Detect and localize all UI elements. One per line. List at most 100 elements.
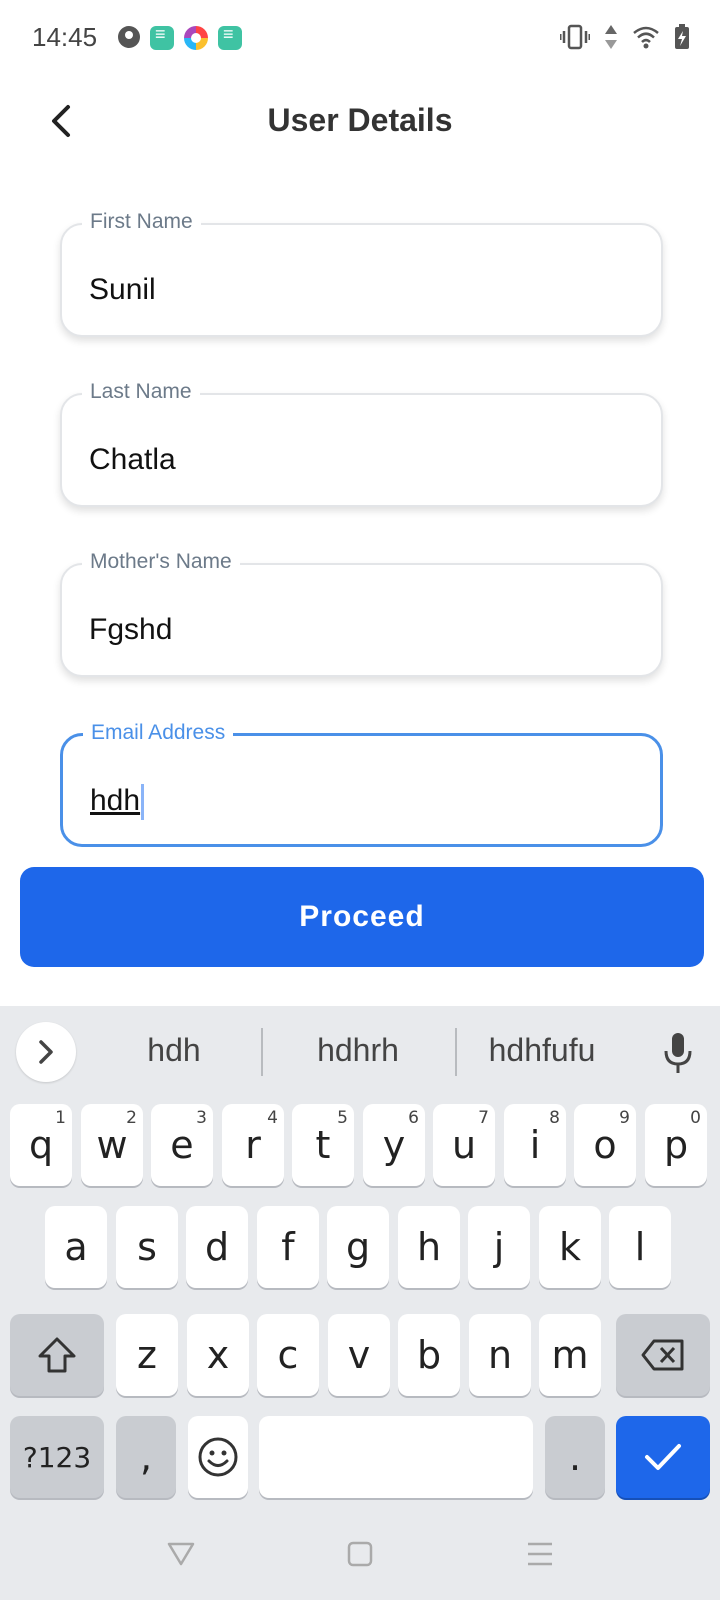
status-time: 14:45 bbox=[32, 22, 98, 52]
key-label: m bbox=[551, 1333, 589, 1377]
system-status-icons bbox=[560, 24, 690, 50]
square-home-icon bbox=[347, 1541, 373, 1567]
battery-charging-icon bbox=[674, 24, 690, 50]
email-address-field[interactable]: Email Address hdh bbox=[60, 721, 663, 847]
key-a[interactable]: a bbox=[45, 1206, 107, 1288]
menu-lines-icon bbox=[528, 1542, 552, 1566]
key-x[interactable]: x bbox=[187, 1314, 249, 1396]
keyboard-expand-button[interactable] bbox=[16, 1022, 76, 1082]
voice-input-button[interactable] bbox=[656, 1028, 700, 1078]
key-d[interactable]: d bbox=[186, 1206, 248, 1288]
page-title: User Details bbox=[267, 102, 453, 138]
microphone-icon bbox=[664, 1033, 692, 1073]
photos-icon bbox=[184, 26, 208, 50]
shift-key[interactable] bbox=[10, 1314, 104, 1396]
key-number-hint: 1 bbox=[55, 1108, 66, 1128]
key-number-hint: 6 bbox=[408, 1108, 419, 1128]
key-label: y bbox=[382, 1123, 406, 1167]
suggestion-2[interactable]: hdhrh bbox=[278, 1032, 438, 1069]
last-name-field[interactable]: Last Name Chatla bbox=[60, 380, 663, 507]
mothers-name-field[interactable]: Mother's Name Fgshd bbox=[60, 550, 663, 677]
key-label: g bbox=[345, 1225, 371, 1269]
key-label: n bbox=[487, 1333, 513, 1377]
key-w[interactable]: w2 bbox=[81, 1104, 143, 1186]
key-g[interactable]: g bbox=[327, 1206, 389, 1288]
vibrate-icon bbox=[560, 24, 590, 50]
soft-keyboard: hdh hdhrh hdhfufu ?123 , . q 1 w 2 e 3 r… bbox=[0, 1006, 720, 1600]
key-number-hint: 0 bbox=[690, 1108, 701, 1128]
key-label: l bbox=[634, 1225, 646, 1269]
screen: 14:45 User Details bbox=[0, 0, 720, 1600]
last-name-value: Chatla bbox=[89, 443, 176, 476]
data-arrows-icon bbox=[604, 24, 618, 50]
key-label: h bbox=[416, 1225, 442, 1269]
email-address-text: hdh bbox=[90, 784, 141, 817]
suggestion-1[interactable]: hdh bbox=[94, 1032, 254, 1069]
key-label: w bbox=[96, 1123, 128, 1167]
key-v[interactable]: v bbox=[328, 1314, 390, 1396]
key-q[interactable]: q1 bbox=[10, 1104, 72, 1186]
key-j[interactable]: j bbox=[468, 1206, 530, 1288]
key-o[interactable]: o9 bbox=[574, 1104, 636, 1186]
key-label: v bbox=[347, 1333, 371, 1377]
mothers-name-label: Mother's Name bbox=[82, 550, 240, 574]
symbols-key[interactable]: ?123 bbox=[10, 1416, 104, 1498]
key-label: t bbox=[315, 1123, 331, 1167]
comma-key[interactable]: , bbox=[116, 1416, 176, 1498]
key-f[interactable]: f bbox=[257, 1206, 319, 1288]
key-label: x bbox=[206, 1333, 230, 1377]
wifi-icon bbox=[632, 25, 660, 49]
key-label: q bbox=[28, 1123, 54, 1167]
key-t[interactable]: t5 bbox=[292, 1104, 354, 1186]
nav-home-button[interactable] bbox=[340, 1534, 380, 1574]
app-header: User Details bbox=[0, 80, 720, 170]
key-h[interactable]: h bbox=[398, 1206, 460, 1288]
first-name-field[interactable]: First Name Sunil bbox=[60, 210, 663, 337]
key-s[interactable]: s bbox=[116, 1206, 178, 1288]
key-y[interactable]: y6 bbox=[363, 1104, 425, 1186]
suggestion-divider bbox=[455, 1028, 457, 1076]
key-c[interactable]: c bbox=[257, 1314, 319, 1396]
key-number-hint: 4 bbox=[267, 1108, 278, 1128]
shift-icon bbox=[38, 1337, 76, 1373]
notification-icons bbox=[118, 24, 242, 50]
key-r[interactable]: r4 bbox=[222, 1104, 284, 1186]
triangle-back-icon bbox=[167, 1542, 195, 1566]
key-b[interactable]: b bbox=[398, 1314, 460, 1396]
key-z[interactable]: z bbox=[116, 1314, 178, 1396]
key-label: p bbox=[663, 1123, 689, 1167]
key-p[interactable]: p0 bbox=[645, 1104, 707, 1186]
key-label: d bbox=[204, 1225, 230, 1269]
emoji-icon bbox=[198, 1437, 238, 1477]
key-l[interactable]: l bbox=[609, 1206, 671, 1288]
proceed-button[interactable]: Proceed bbox=[20, 867, 704, 967]
suggestion-bar: hdh hdhrh hdhfufu bbox=[0, 1006, 720, 1098]
enter-done-key[interactable] bbox=[616, 1416, 710, 1498]
app-green-icon bbox=[150, 24, 174, 50]
key-label: k bbox=[558, 1225, 581, 1269]
backspace-key[interactable] bbox=[616, 1314, 710, 1396]
key-u[interactable]: u7 bbox=[433, 1104, 495, 1186]
nav-menu-button[interactable] bbox=[520, 1534, 560, 1574]
form-scroll-area[interactable]: First Name Sunil Last Name Chatla Mother… bbox=[0, 170, 720, 848]
first-name-value: Sunil bbox=[89, 273, 156, 306]
nav-back-button[interactable] bbox=[161, 1534, 201, 1574]
key-e[interactable]: e3 bbox=[151, 1104, 213, 1186]
mothers-name-value: Fgshd bbox=[89, 613, 173, 646]
chevron-right-icon bbox=[39, 1040, 53, 1064]
key-label: r bbox=[245, 1123, 261, 1167]
emoji-key[interactable] bbox=[188, 1416, 248, 1498]
suggestion-3[interactable]: hdhfufu bbox=[462, 1032, 622, 1069]
space-key[interactable] bbox=[259, 1416, 533, 1498]
text-cursor bbox=[141, 784, 145, 821]
system-nav-bar bbox=[0, 1506, 720, 1600]
key-number-hint: 8 bbox=[549, 1108, 560, 1128]
key-k[interactable]: k bbox=[539, 1206, 601, 1288]
key-label: f bbox=[281, 1225, 295, 1269]
backspace-icon bbox=[641, 1339, 684, 1371]
key-i[interactable]: i8 bbox=[504, 1104, 566, 1186]
key-n[interactable]: n bbox=[469, 1314, 531, 1396]
key-m[interactable]: m bbox=[539, 1314, 601, 1396]
period-key[interactable]: . bbox=[545, 1416, 605, 1498]
key-number-hint: 7 bbox=[478, 1108, 489, 1128]
